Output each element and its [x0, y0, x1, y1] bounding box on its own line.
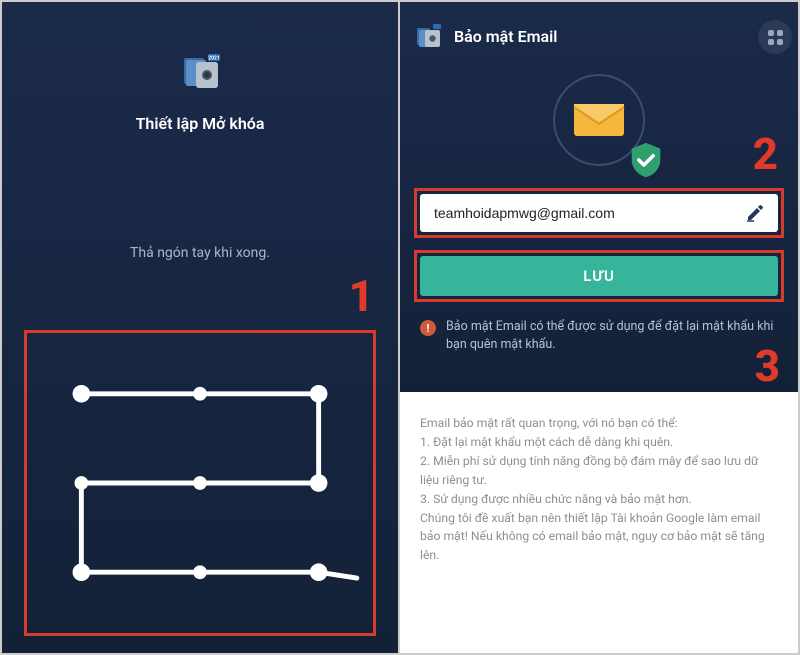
mail-icon: [572, 100, 626, 140]
email-input[interactable]: [434, 205, 746, 221]
app-icon-small: [414, 22, 442, 50]
desc-line-1: 1. Đặt lại mật khẩu một cách dễ dàng khi…: [420, 433, 778, 452]
description-panel: Email bảo mật rất quan trọng, với nó bạn…: [400, 392, 798, 653]
step-badge-2: 2: [753, 128, 778, 180]
step-badge-3: 3: [755, 340, 780, 392]
email-field-highlight: [414, 188, 784, 238]
info-alert-icon: !: [420, 320, 436, 336]
svg-text:2021: 2021: [208, 56, 219, 62]
info-row: ! Bảo mật Email có thể được sử dụng để đ…: [420, 318, 778, 354]
desc-intro: Email bảo mật rất quan trọng, với nó bạn…: [420, 414, 778, 433]
save-button[interactable]: LƯU: [420, 256, 778, 296]
mail-badge: [553, 74, 645, 166]
header-bar: Bảo mật Email: [400, 16, 798, 56]
desc-outro: Chúng tôi đề xuất bạn nên thiết lập Tài …: [420, 509, 778, 566]
app-icon: 2021: [178, 48, 222, 92]
page-title: Thiết lập Mở khóa: [2, 114, 398, 133]
save-button-highlight: LƯU: [414, 250, 784, 302]
pattern-highlight-box: [24, 330, 376, 636]
email-security-screen: Bảo mật Email 2 LƯU !: [400, 2, 798, 653]
desc-line-2: 2. Miễn phí sử dụng tính năng đồng bộ đá…: [420, 452, 778, 490]
step-badge-1: 1: [349, 270, 374, 322]
desc-line-3: 3. Sử dụng được nhiều chức năng và bảo m…: [420, 490, 778, 509]
pattern-lock[interactable]: [27, 333, 373, 633]
edit-icon[interactable]: [746, 204, 764, 222]
info-text: Bảo mật Email có thể được sử dụng để đặt…: [446, 318, 778, 354]
pattern-hint: Thả ngón tay khi xong.: [2, 245, 398, 261]
email-input-container[interactable]: [420, 194, 778, 232]
apps-grid-button[interactable]: [758, 20, 792, 54]
header-title: Bảo mật Email: [454, 27, 557, 46]
setup-unlock-screen: 2021 Thiết lập Mở khóa Thả ngón tay khi …: [2, 2, 400, 653]
shield-check-icon: [619, 140, 647, 168]
